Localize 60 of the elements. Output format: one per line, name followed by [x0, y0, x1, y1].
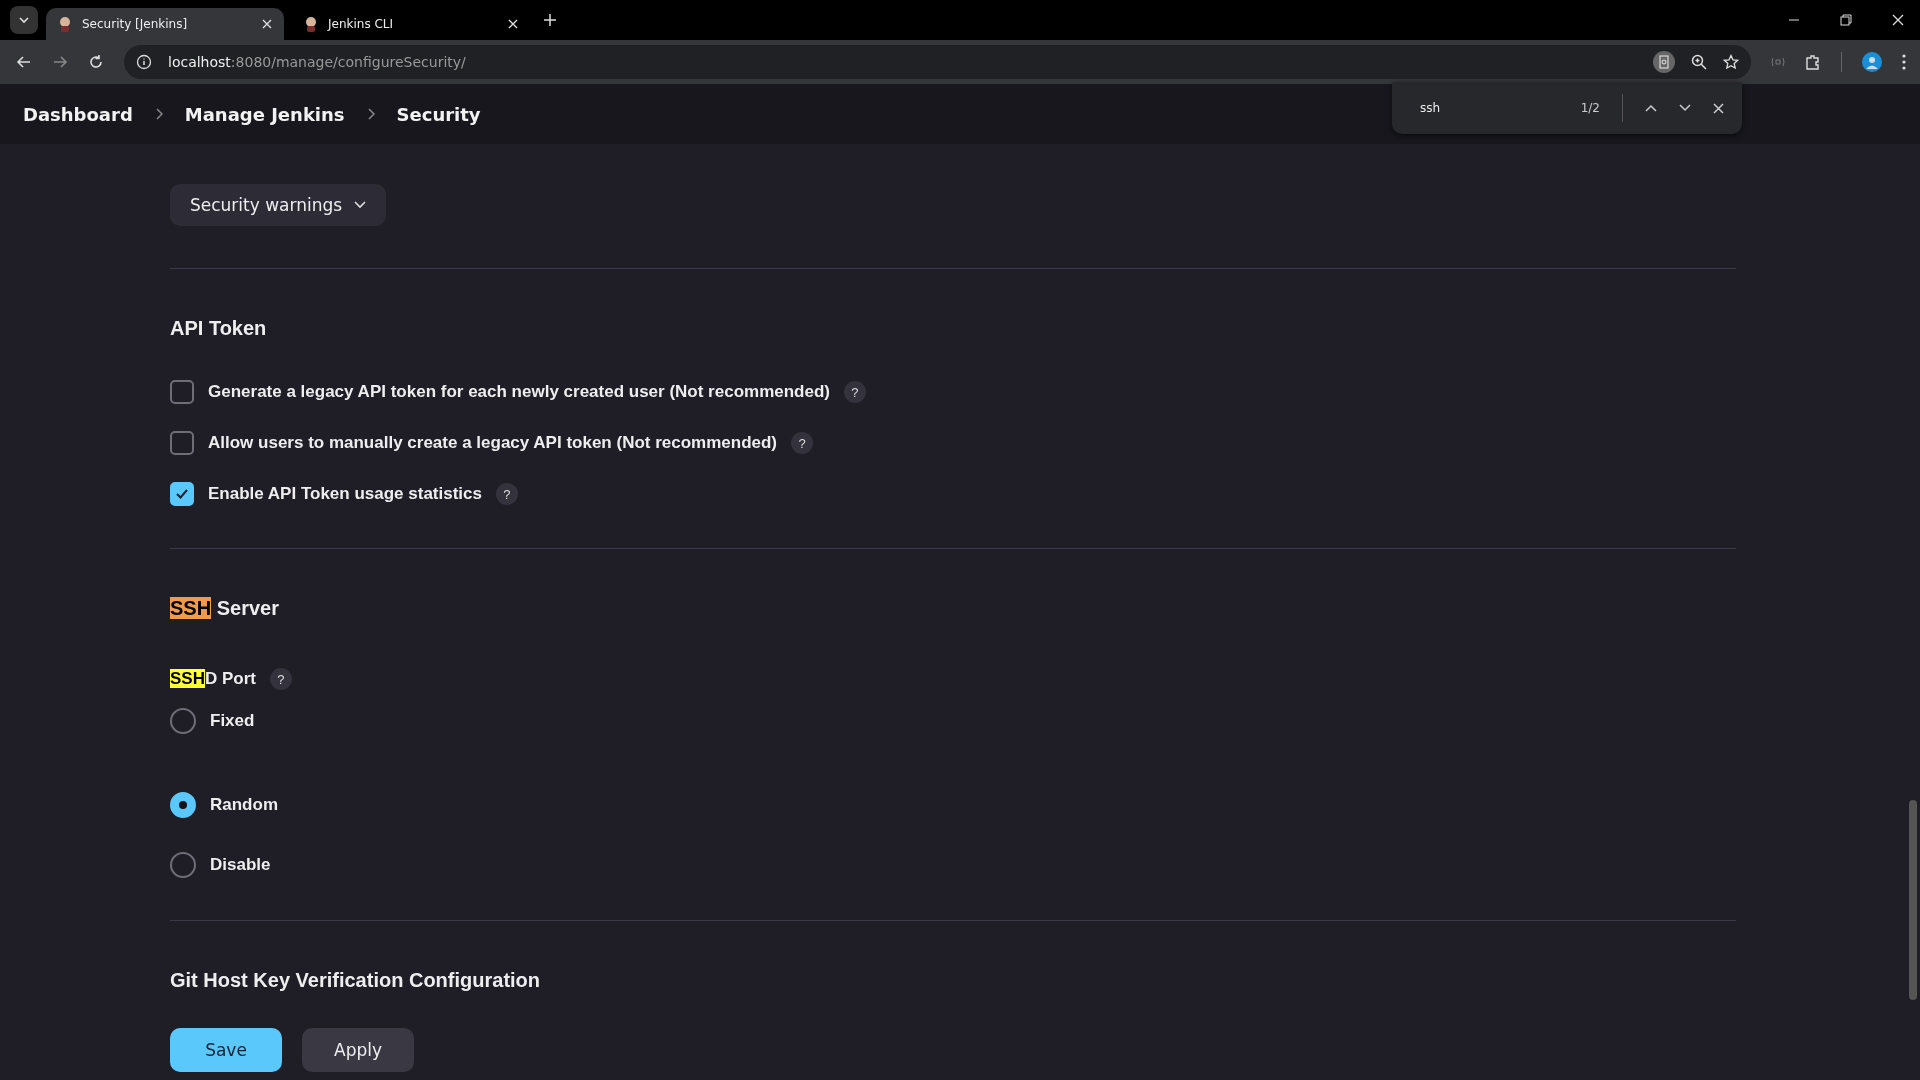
- radio-label[interactable]: Fixed: [210, 711, 255, 731]
- close-icon[interactable]: [1892, 14, 1904, 26]
- page-search-icon[interactable]: [1653, 51, 1675, 73]
- info-icon[interactable]: [136, 54, 152, 70]
- help-button[interactable]: ?: [844, 381, 866, 403]
- menu-icon[interactable]: [1902, 54, 1906, 70]
- field-label: SSHD Port: [170, 669, 256, 689]
- browser-tab[interactable]: Security [Jenkins]: [46, 8, 284, 40]
- url-text: localhost:8080/manage/configureSecurity/: [168, 54, 466, 70]
- radio-button[interactable]: [170, 852, 196, 878]
- puzzle-icon[interactable]: [1805, 54, 1821, 70]
- close-icon[interactable]: [1713, 102, 1724, 114]
- zoom-icon[interactable]: [1691, 54, 1707, 70]
- checkbox[interactable]: [170, 482, 194, 506]
- checkbox-label[interactable]: Generate a legacy API token for each newly created user (Not recommended): [208, 382, 830, 402]
- address-bar[interactable]: localhost:8080/manage/configureSecurity/: [124, 45, 1751, 79]
- jenkins-logo-icon: [304, 16, 318, 32]
- match-count: 1/2: [1580, 101, 1600, 115]
- security-warnings-dropdown[interactable]: Security warnings: [170, 184, 387, 226]
- radio-label[interactable]: Disable: [210, 855, 271, 875]
- checkbox-label[interactable]: Enable API Token usage statistics: [208, 484, 482, 504]
- reload-icon[interactable]: [88, 54, 104, 70]
- tab-title: Jenkins CLI: [328, 17, 395, 31]
- checkmark-icon: [175, 488, 189, 500]
- breadcrumb-link[interactable]: Manage Jenkins: [184, 103, 345, 125]
- chevron-down-icon: [18, 14, 30, 26]
- avatar-icon[interactable]: [1862, 52, 1882, 72]
- close-icon[interactable]: [508, 19, 518, 29]
- back-arrow-icon[interactable]: [16, 54, 32, 70]
- help-button[interactable]: ?: [791, 432, 814, 454]
- checkbox[interactable]: [170, 431, 194, 455]
- close-icon[interactable]: [262, 19, 272, 29]
- new-tab-icon[interactable]: [544, 14, 556, 26]
- checkbox-label[interactable]: Allow users to manually create a legacy API token (Not recommended): [208, 433, 778, 453]
- save-button[interactable]: Save: [170, 1028, 282, 1072]
- chevron-right-icon: [154, 108, 163, 120]
- chevron-up-icon[interactable]: [1645, 104, 1657, 112]
- chevron-down-icon[interactable]: [1679, 104, 1691, 112]
- star-icon[interactable]: [1723, 54, 1739, 70]
- tab-title: Security [Jenkins]: [82, 17, 189, 31]
- chevron-right-icon: [366, 108, 375, 120]
- find-query-field[interactable]: ssh: [1420, 101, 1559, 115]
- section-heading: SSH Server: [170, 597, 280, 620]
- radio-button[interactable]: [170, 792, 196, 818]
- apply-button[interactable]: Apply: [302, 1028, 414, 1072]
- radio-label[interactable]: Random: [210, 795, 278, 815]
- radio-button[interactable]: [170, 708, 196, 734]
- section-heading: Git Host Key Verification Configuration: [170, 969, 542, 992]
- tab-search-button[interactable]: [10, 6, 38, 34]
- breadcrumb-link[interactable]: Security: [396, 103, 481, 125]
- jenkins-logo-icon: [58, 16, 72, 32]
- browser-tab[interactable]: Jenkins CLI: [292, 8, 530, 40]
- breadcrumb-link[interactable]: Dashboard: [23, 103, 133, 125]
- restore-icon[interactable]: [1840, 14, 1852, 26]
- checkbox[interactable]: [170, 380, 194, 404]
- forward-arrow-icon[interactable]: [52, 54, 68, 70]
- chevron-down-icon: [354, 201, 367, 209]
- help-button[interactable]: ?: [269, 668, 292, 690]
- section-heading: API Token: [170, 317, 268, 340]
- help-button[interactable]: ?: [496, 483, 518, 505]
